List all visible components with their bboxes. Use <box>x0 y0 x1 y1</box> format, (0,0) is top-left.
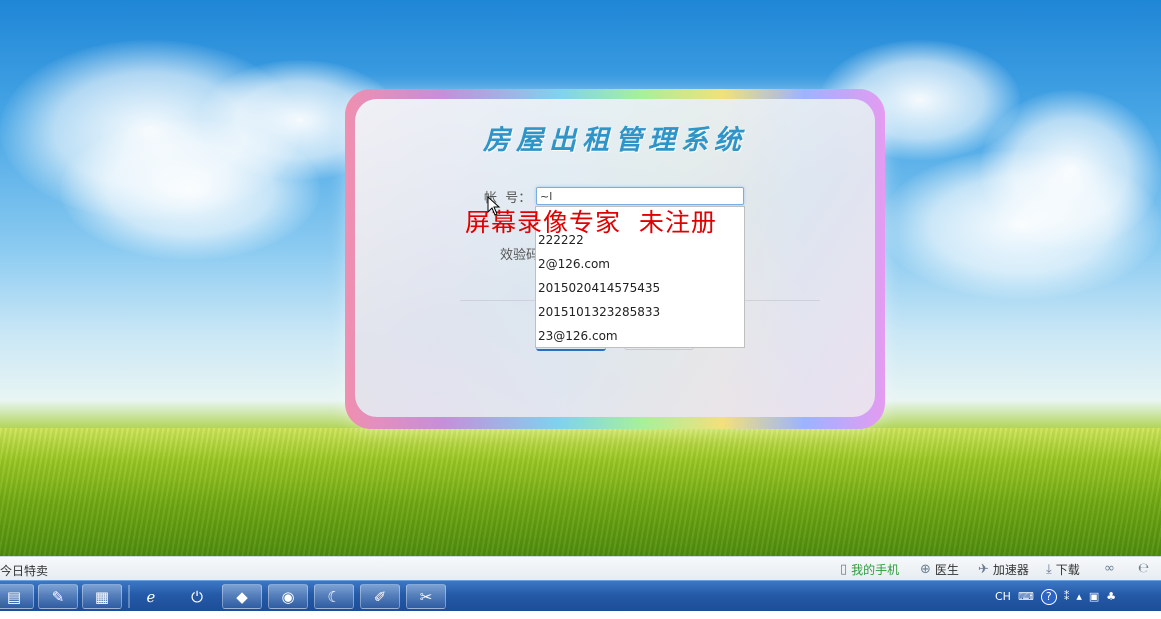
status-download[interactable]: ⤓ 下载 <box>1046 561 1080 578</box>
taskbar-app-button[interactable]: ✎ <box>38 584 78 609</box>
paint-icon: ✎ <box>51 587 65 606</box>
tray-settings-icon[interactable]: ⁑ <box>1064 590 1070 603</box>
recorder-icon: ✂ <box>419 587 433 606</box>
verify-code-label: 效验码 <box>500 248 540 263</box>
language-indicator[interactable]: CH <box>995 590 1011 603</box>
taskbar-app-button[interactable]: ⏻ <box>177 584 217 609</box>
ie-icon: ℮ <box>1138 561 1150 576</box>
taskbar-app-button[interactable]: ◉ <box>268 584 308 609</box>
download-icon: ⤓ <box>1046 562 1052 577</box>
suggestion-item[interactable]: 2@126.com <box>538 257 610 271</box>
help-icon[interactable]: ? <box>1040 588 1057 605</box>
network-icon[interactable]: ▣ <box>1089 590 1099 603</box>
eclipse-icon: ☾ <box>327 587 341 606</box>
power-icon: ⏻ <box>191 587 203 606</box>
doctor-icon: ⊕ <box>920 562 931 577</box>
browser-icon: ◉ <box>281 587 295 606</box>
status-left-link[interactable]: 今日特卖 <box>0 562 48 579</box>
status-accelerator[interactable]: ✈ 加速器 <box>978 561 1029 578</box>
status-my-phone[interactable]: ▯ 我的手机 <box>840 561 899 578</box>
grass-field <box>0 428 1161 556</box>
folder-icon: ▦ <box>94 587 110 606</box>
taskbar-app-button[interactable]: ◆ <box>222 584 262 609</box>
status-doctor[interactable]: ⊕ 医生 <box>920 561 959 578</box>
suggestion-item[interactable]: 2015020414575435 <box>538 281 660 295</box>
document-icon: ▤ <box>6 587 22 606</box>
browser-status-bar: 今日特卖 ▯ 我的手机 ⊕ 医生 ✈ 加速器 ⤓ 下载 ∞ ℮ <box>0 556 1161 581</box>
security-icon[interactable]: ♣ <box>1106 590 1116 603</box>
suggestion-item[interactable]: 23@126.com <box>538 329 618 343</box>
windows-taskbar: ▤ ✎ ▦ ℯ ⏻ ◆ ◉ ☾ ✐ ✂ CH ⌨ ? ⁑ ▴ ▣ ♣ <box>0 580 1161 612</box>
book-icon: ◆ <box>236 587 248 606</box>
rocket-icon: ✈ <box>978 562 989 577</box>
taskbar-app-button[interactable]: ✐ <box>360 584 400 609</box>
phone-icon: ▯ <box>840 562 848 577</box>
status-ie-button[interactable]: ℮ <box>1138 561 1149 576</box>
system-tray: CH ⌨ ? ⁑ ▴ ▣ ♣ <box>995 581 1161 612</box>
ie-icon: ℯ <box>146 587 156 606</box>
status-mask-button[interactable]: ∞ <box>1104 561 1115 576</box>
suggestion-item[interactable]: 2015101323285833 <box>538 305 660 319</box>
tool-icon: ✐ <box>373 587 387 606</box>
taskbar-app-button[interactable]: ℯ <box>131 584 171 609</box>
keyboard-icon[interactable]: ⌨ <box>1018 590 1034 603</box>
screen-bottom-edge <box>0 611 1161 619</box>
page-title: 房屋出租管理系统 <box>483 125 747 156</box>
taskbar-app-button[interactable]: ✂ <box>406 584 446 609</box>
taskbar-app-button[interactable]: ▤ <box>0 584 34 609</box>
taskbar-app-button[interactable]: ▦ <box>82 584 122 609</box>
taskbar-app-button[interactable]: ☾ <box>314 584 354 609</box>
mask-icon: ∞ <box>1104 561 1115 576</box>
tray-expand-icon[interactable]: ▴ <box>1076 590 1082 603</box>
cloud <box>980 90 1161 250</box>
mouse-cursor-icon <box>487 196 501 216</box>
taskbar-separator <box>128 585 130 608</box>
